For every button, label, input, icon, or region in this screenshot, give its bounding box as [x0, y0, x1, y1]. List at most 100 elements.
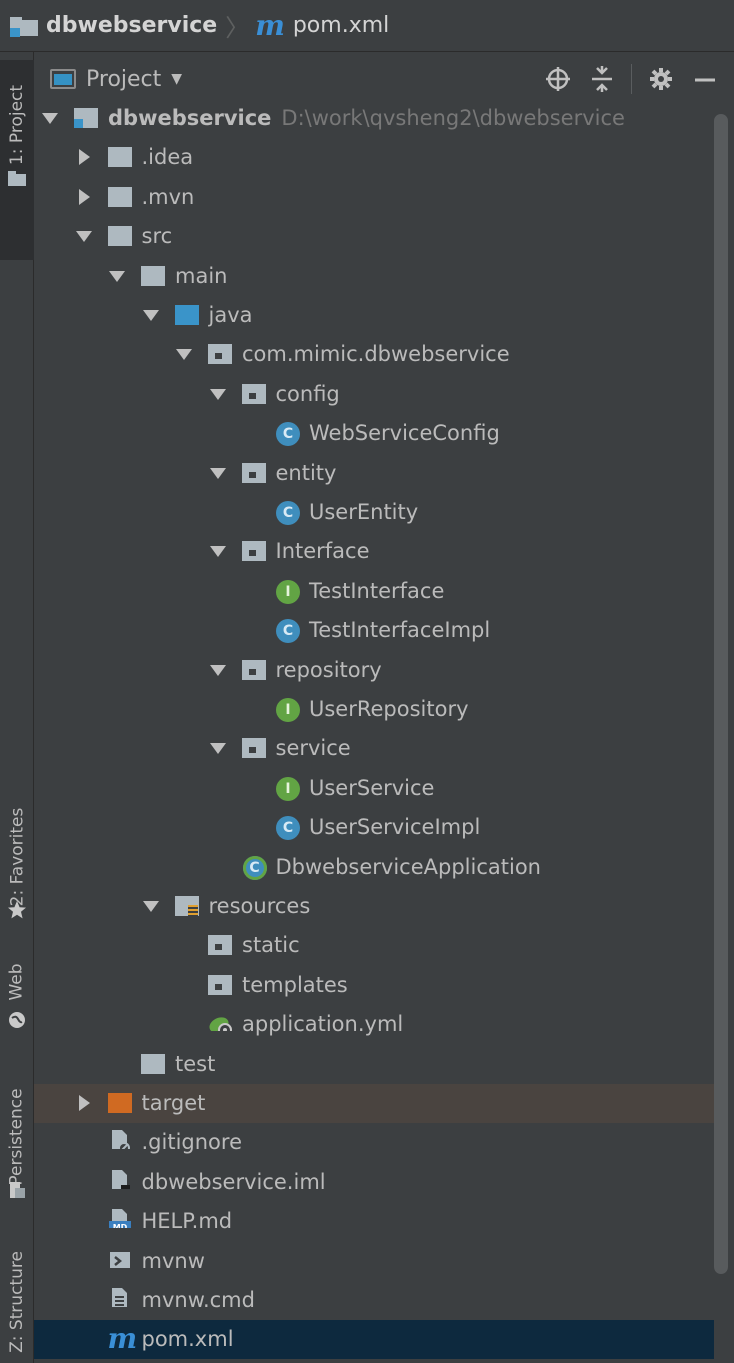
folder-icon	[141, 1053, 165, 1074]
breadcrumb-project[interactable]: dbwebservice	[46, 13, 217, 38]
package-icon	[241, 383, 266, 404]
iml-file-icon	[111, 1169, 130, 1189]
tree-item-label: WebServiceConfig	[309, 421, 500, 445]
folder-icon	[107, 147, 132, 168]
tree-item-label: UserServiceImpl	[309, 815, 480, 839]
tree-row[interactable]: resources	[34, 887, 714, 926]
project-tree[interactable]: dbwebservice D:\work\qvsheng2\dbwebservic…	[34, 100, 714, 1363]
project-tab-label[interactable]: 1: Project	[0, 70, 34, 180]
tree-row[interactable]: config	[34, 375, 714, 414]
expand-arrow-down-icon[interactable]	[142, 310, 159, 321]
tree-item-label: .mvn	[142, 185, 195, 209]
tree-row[interactable]: C WebServiceConfig	[34, 414, 714, 453]
spring-config-icon	[209, 1017, 232, 1032]
tree-row[interactable]: MD HELP.md	[34, 1202, 714, 1241]
tree-row[interactable]: Interface	[34, 532, 714, 571]
tree-item-label: entity	[276, 461, 337, 485]
expand-arrow-down-icon[interactable]	[75, 231, 92, 243]
tree-item-text: config	[275, 381, 340, 406]
svg-text:MD: MD	[112, 1223, 127, 1228]
tree-row[interactable]: mvnw.cmd	[34, 1281, 714, 1320]
expand-arrow-down-icon[interactable]	[209, 388, 226, 400]
tree-item-text: TestInterfaceImpl	[309, 618, 491, 643]
tree-row[interactable]: java	[34, 296, 714, 335]
tree-row[interactable]: I UserRepository	[34, 690, 714, 729]
tree-item-label: dbwebservice D:\work\qvsheng2\dbwebservic…	[108, 106, 625, 130]
tree-row[interactable]: test	[34, 1045, 714, 1084]
expand-arrow-down-icon[interactable]	[209, 467, 226, 479]
breadcrumb-file[interactable]: pom.xml	[293, 13, 389, 38]
folder-icon	[107, 226, 132, 247]
interface-icon: I	[276, 776, 300, 801]
expand-arrow-down-icon[interactable]	[209, 664, 226, 676]
tree-item-label: TestInterface	[309, 579, 444, 603]
panel-title[interactable]: Project	[86, 67, 161, 92]
locate-icon[interactable]	[543, 64, 573, 94]
tree-item-label: repository	[276, 658, 382, 682]
tree-row[interactable]: application.yml	[34, 1005, 714, 1044]
tree-item-label: HELP.md	[142, 1209, 233, 1233]
settings-gear-icon[interactable]	[646, 64, 676, 94]
tree-item-label: com.mimic.dbwebservice	[242, 342, 510, 366]
expand-arrow-down-icon[interactable]	[109, 270, 125, 282]
tree-item-text: repository	[275, 657, 382, 682]
tree-row[interactable]: target	[34, 1084, 714, 1123]
hide-minimize-icon[interactable]	[690, 64, 720, 94]
tree-item-label: mvnw	[142, 1249, 205, 1273]
tree-row[interactable]: C UserServiceImpl	[34, 808, 714, 847]
maven-pom-icon: m	[107, 1322, 138, 1356]
tree-row[interactable]: C TestInterfaceImpl	[34, 611, 714, 650]
class-icon: C	[276, 816, 300, 841]
tree-row[interactable]: dbwebservice D:\work\qvsheng2\dbwebservic…	[34, 99, 714, 138]
tree-item-text: entity	[275, 460, 337, 485]
tree-item-text: UserRepository	[309, 697, 469, 721]
tree-row[interactable]: C UserEntity	[34, 493, 714, 532]
icon-glyph: C	[282, 820, 294, 837]
tool-window-strip: 1: Project 2: Favorites Web Persistence …	[0, 52, 34, 1363]
tree-item-label: templates	[242, 973, 348, 997]
tree-row[interactable]: .idea	[34, 138, 714, 177]
web-tab[interactable]: Web	[0, 957, 34, 1007]
tree-item-text: java	[208, 303, 253, 327]
tree-item-label: dbwebservice.iml	[142, 1170, 326, 1194]
expand-arrow-down-icon[interactable]	[209, 546, 226, 558]
tree-item-label: DbwebserviceApplication	[276, 855, 541, 879]
tree-row[interactable]: .mvn	[34, 178, 714, 217]
ignored-file-icon	[111, 1130, 130, 1150]
tree-row[interactable]: templates	[34, 966, 714, 1005]
tree-row[interactable]: dbwebservice.iml	[34, 1163, 714, 1202]
tree-row[interactable]: com.mimic.dbwebservice	[34, 335, 714, 374]
tree-item-label: UserEntity	[309, 500, 418, 524]
tree-row[interactable]: C DbwebserviceApplication	[34, 848, 714, 887]
tree-item-text: mvnw	[141, 1248, 205, 1273]
tree-row[interactable]: main	[34, 257, 714, 296]
collapse-all-icon[interactable]	[587, 64, 617, 94]
expand-arrow-right-icon[interactable]	[78, 1095, 90, 1111]
tree-row[interactable]: .gitignore	[34, 1123, 714, 1162]
tree-row[interactable]: I UserService	[34, 769, 714, 808]
tree-row[interactable]: mvnw	[34, 1242, 714, 1281]
tree-item-text: resources	[208, 894, 311, 918]
tree-item-label: target	[142, 1091, 206, 1115]
maven-icon: m	[255, 8, 285, 42]
tree-item-text: application.yml	[242, 1012, 404, 1037]
tree-item-label: mvnw.cmd	[142, 1288, 255, 1312]
vertical-scrollbar[interactable]	[714, 114, 728, 1274]
structure-tab[interactable]: Z: Structure	[0, 1242, 34, 1362]
tree-row[interactable]: service	[34, 729, 714, 768]
tree-item-label: pom.xml	[142, 1327, 234, 1351]
expand-arrow-down-icon[interactable]	[142, 901, 159, 912]
tree-row[interactable]: repository	[34, 651, 714, 690]
shell-script-icon	[109, 1251, 130, 1268]
tree-row[interactable]: m pom.xml	[34, 1320, 714, 1360]
tree-row[interactable]: entity	[34, 454, 714, 493]
expand-arrow-down-icon[interactable]	[176, 349, 192, 361]
expand-arrow-right-icon[interactable]	[78, 188, 90, 205]
expand-arrow-down-icon[interactable]	[209, 743, 226, 755]
tree-row[interactable]: src	[34, 217, 714, 256]
expand-arrow-right-icon[interactable]	[78, 149, 90, 166]
tree-row[interactable]: I TestInterface	[34, 572, 714, 611]
expand-arrow-down-icon[interactable]	[42, 113, 58, 124]
tree-row[interactable]: static	[34, 926, 714, 965]
chevron-down-icon[interactable]: ▼	[171, 71, 182, 87]
